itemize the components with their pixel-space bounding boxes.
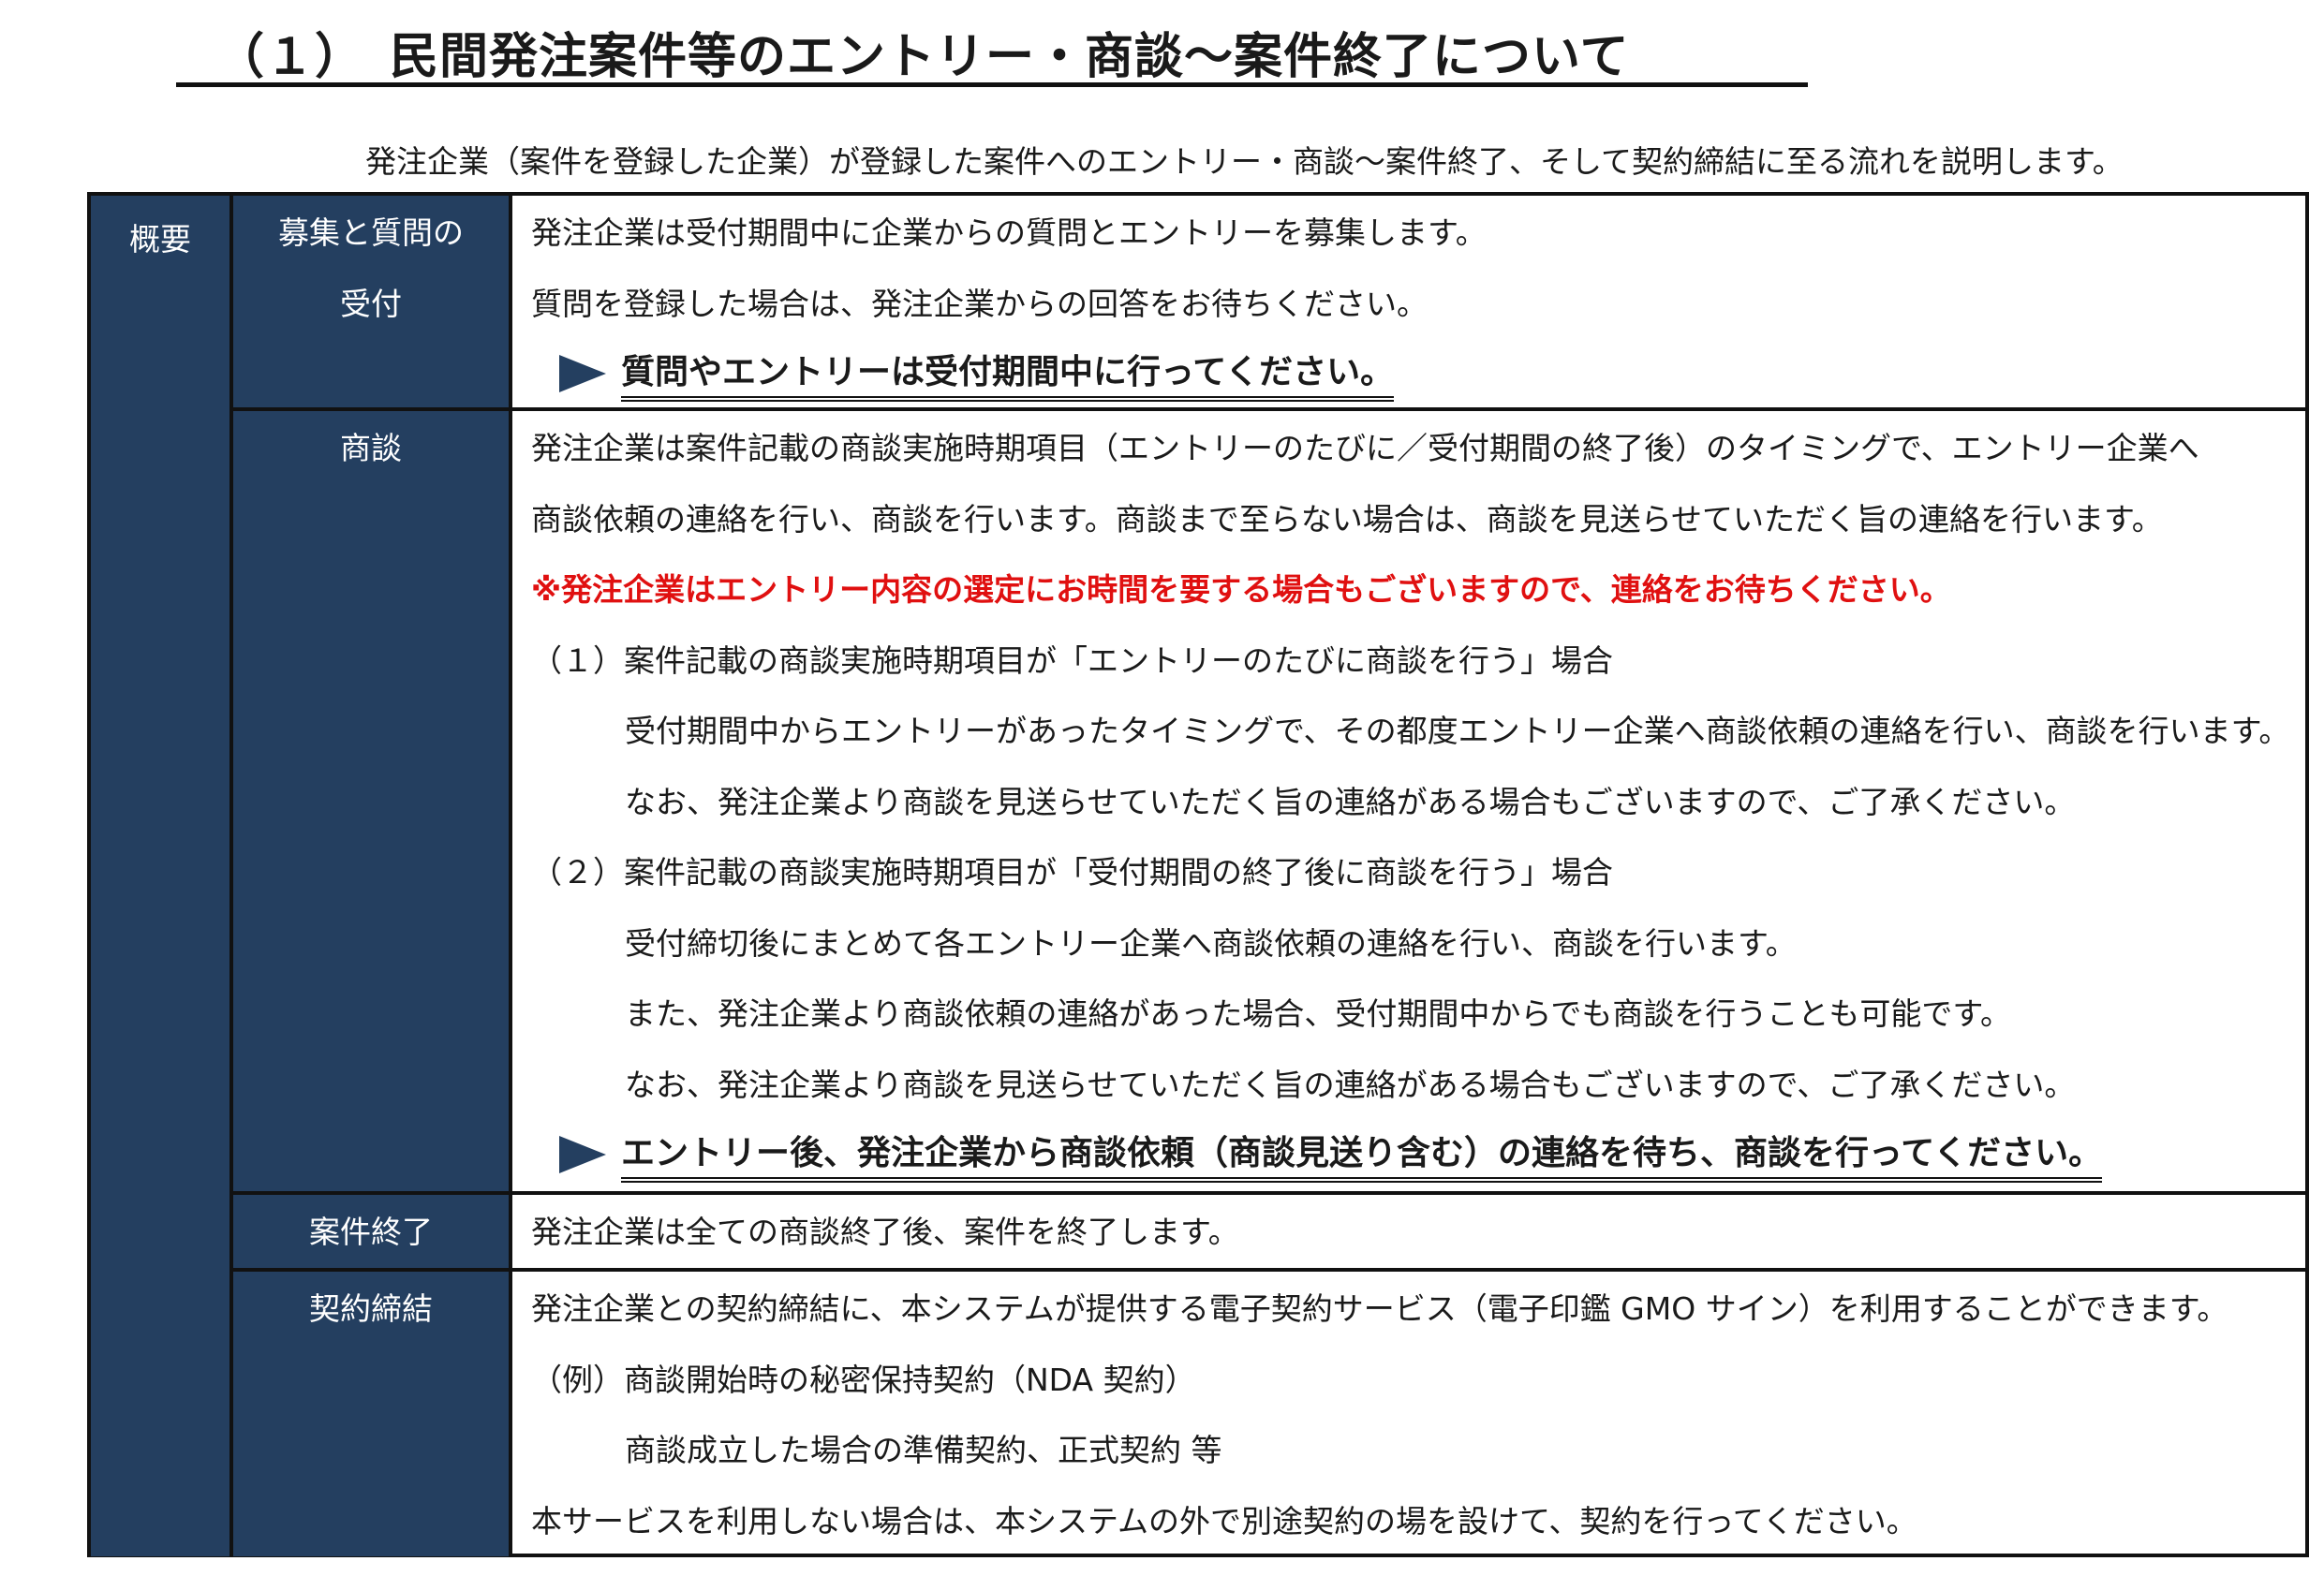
case1-line-1: 受付期間中からエントリーがあったタイミングで、その都度エントリー企業へ商談依頼の… bbox=[625, 713, 2290, 749]
label-contract-line-1: 契約締結 bbox=[309, 1290, 433, 1327]
recruitment-line-1: 発注企業は受付期間中に企業からの質問とエントリーを募集します。 bbox=[531, 214, 1487, 251]
contract-line-1: 発注企業との契約締結に、本システムが提供する電子契約サービス（電子印鑑 GMO … bbox=[531, 1290, 2228, 1327]
label-negotiation: 商談 bbox=[233, 411, 512, 1195]
overview-label-cell: 概要 bbox=[91, 196, 233, 1556]
negotiation-warning: ※発注企業はエントリー内容の選定にお時間を要する場合もございますので、連絡をお待… bbox=[531, 571, 1951, 608]
page-title: （１） 民間発注案件等のエントリー・商談～案件終了について bbox=[215, 29, 1630, 85]
case2-line-1: 受付締切後にまとめて各エントリー企業へ商談依頼の連絡を行い、商談を行います。 bbox=[625, 924, 1797, 962]
overview-label: 概要 bbox=[129, 221, 191, 258]
content-recruitment: 発注企業は受付期間中に企業からの質問とエントリーを募集します。 質問を登録した場… bbox=[512, 196, 2305, 411]
contract-example-line-1: 商談成立した場合の準備契約、正式契約 等 bbox=[625, 1432, 1222, 1468]
label-project-end-line-1: 案件終了 bbox=[309, 1214, 433, 1250]
case2-heading: （２）案件記載の商談実施時期項目が「受付期間の終了後に商談を行う」場合 bbox=[531, 854, 1613, 891]
label-recruitment-line-1: 募集と質問の bbox=[278, 214, 464, 251]
label-recruitment: 募集と質問の 受付 bbox=[233, 196, 512, 411]
content-contract: 発注企業との契約締結に、本システムが提供する電子契約サービス（電子印鑑 GMO … bbox=[512, 1272, 2305, 1556]
overview-table: 概要 募集と質問の 受付 発注企業は受付期間中に企業からの質問とエントリーを募集… bbox=[87, 192, 2309, 1557]
negotiation-line-2: 商談依頼の連絡を行い、商談を行います。商談まで至らない場合は、商談を見送らせてい… bbox=[531, 500, 2163, 538]
label-project-end: 案件終了 bbox=[233, 1195, 512, 1272]
negotiation-line-1: 発注企業は案件記載の商談実施時期項目（エントリーのたびに／受付期間の終了後）のタ… bbox=[531, 430, 2199, 466]
case1-line-2: なお、発注企業より商談を見送らせていただく旨の連絡がある場合もございますので、ご… bbox=[625, 783, 2076, 820]
case1-heading: （１）案件記載の商談実施時期項目が「エントリーのたびに商談を行う」場合 bbox=[531, 641, 1613, 679]
contract-example-heading: （例）商談開始時の秘密保持契約（NDA 契約） bbox=[531, 1361, 1196, 1398]
content-negotiation: 発注企業は案件記載の商談実施時期項目（エントリーのたびに／受付期間の終了後）のタ… bbox=[512, 411, 2305, 1195]
contract-closing: 本サービスを利用しない場合は、本システムの外で別途契約の場を設けて、契約を行って… bbox=[531, 1502, 1917, 1539]
triangle-right-icon bbox=[559, 354, 606, 392]
intro-text: 発注企業（案件を登録した企業）が登録した案件へのエントリー・商談～案件終了、そし… bbox=[365, 143, 2124, 180]
case2-line-3: なお、発注企業より商談を見送らせていただく旨の連絡がある場合もございますので、ご… bbox=[625, 1066, 2076, 1103]
negotiation-emphasis-text: エントリー後、発注企業から商談依頼（商談見送り含む）の連絡を待ち、商談を行ってく… bbox=[621, 1132, 2103, 1183]
label-negotiation-line-1: 商談 bbox=[340, 430, 402, 466]
recruitment-line-2: 質問を登録した場合は、発注企業からの回答をお待ちください。 bbox=[531, 285, 1428, 322]
label-recruitment-line-2: 受付 bbox=[340, 286, 402, 322]
project-end-line-1: 発注企業は全ての商談終了後、案件を終了します。 bbox=[531, 1214, 1239, 1250]
title-underline bbox=[176, 82, 1808, 87]
case2-line-2: また、発注企業より商談依頼の連絡があった場合、受付期間中からでも商談を行うことも… bbox=[625, 995, 2012, 1032]
recruitment-emphasis: 質問やエントリーは受付期間中に行ってください。 bbox=[531, 339, 2305, 410]
negotiation-emphasis: エントリー後、発注企業から商談依頼（商談見送り含む）の連絡を待ち、商談を行ってく… bbox=[531, 1120, 2305, 1191]
recruitment-emphasis-text: 質問やエントリーは受付期間中に行ってください。 bbox=[621, 351, 1395, 402]
content-project-end: 発注企業は全ての商談終了後、案件を終了します。 bbox=[512, 1195, 2305, 1272]
label-contract: 契約締結 bbox=[233, 1272, 512, 1556]
triangle-right-icon bbox=[559, 1135, 606, 1173]
